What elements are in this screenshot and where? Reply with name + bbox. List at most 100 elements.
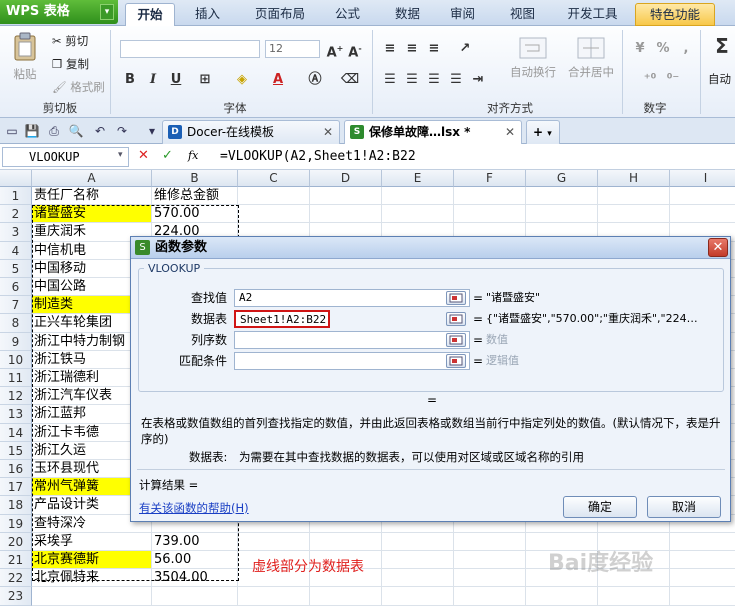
chevron-down-icon[interactable]: ▾	[100, 4, 114, 20]
save-icon[interactable]: 💾	[24, 123, 40, 139]
row-header[interactable]: 7	[0, 296, 32, 315]
close-icon[interactable]: ✕	[323, 121, 333, 143]
cell-empty[interactable]	[670, 533, 735, 551]
collapse-range-icon[interactable]	[446, 354, 466, 368]
italic-button[interactable]: I	[143, 70, 163, 90]
align-right-icon[interactable]: ☰	[424, 70, 444, 90]
percent-button[interactable]: %	[653, 39, 673, 59]
font-size-combo[interactable]: 12	[265, 40, 320, 58]
cell-empty[interactable]	[598, 187, 670, 206]
cell-b[interactable]: 3504.00	[152, 569, 238, 588]
align-left-icon[interactable]: ☰	[380, 70, 400, 90]
decrease-decimal-icon[interactable]: ⁰⁻	[663, 70, 683, 90]
tab-review[interactable]: 审阅	[440, 3, 485, 26]
cell-empty[interactable]	[238, 187, 310, 206]
tab-special-features[interactable]: 特色功能	[635, 3, 715, 26]
select-all-corner[interactable]	[0, 170, 32, 187]
chevron-down-icon[interactable]: ▾	[118, 150, 123, 160]
indent-icon[interactable]: ⇥	[468, 70, 488, 90]
align-middle-icon[interactable]: ≡	[402, 39, 422, 59]
argument-input[interactable]: Sheet1!A2:B22	[234, 310, 330, 328]
cell-empty[interactable]	[526, 587, 598, 606]
column-header-f[interactable]: F	[454, 170, 526, 187]
app-menu-button[interactable]: WPS 表格 ▾	[0, 0, 118, 24]
underline-button[interactable]: U	[166, 70, 186, 90]
special-char-icon[interactable]: Ⓐ	[305, 70, 325, 90]
tab-data[interactable]: 数据	[385, 3, 430, 26]
cell-b[interactable]	[152, 587, 238, 606]
row-header[interactable]: 18	[0, 496, 32, 515]
align-justify-icon[interactable]: ☰	[446, 70, 466, 90]
row-header[interactable]: 9	[0, 332, 32, 351]
tab-view[interactable]: 视图	[500, 3, 545, 26]
fill-color-icon[interactable]: ◈	[232, 70, 252, 90]
row-header[interactable]: 12	[0, 387, 32, 406]
font-color-icon[interactable]: A	[268, 70, 288, 90]
text-direction-icon[interactable]: ↗	[455, 39, 475, 59]
format-painter-button[interactable]: 🖌 格式刷	[52, 78, 105, 96]
column-header-c[interactable]: C	[238, 170, 310, 187]
cell-a[interactable]	[32, 587, 152, 606]
row-header[interactable]: 11	[0, 369, 32, 388]
row-header[interactable]: 5	[0, 259, 32, 278]
redo-icon[interactable]: ↷	[114, 123, 130, 139]
merge-center-button[interactable]: 合并居中	[566, 36, 616, 81]
formula-input[interactable]: =VLOOKUP(A2,Sheet1!A2:B22	[220, 147, 416, 167]
name-box[interactable]: VLOOKUP	[2, 147, 129, 167]
copy-button[interactable]: ❐ 复制	[52, 55, 89, 73]
align-center-icon[interactable]: ☰	[402, 70, 422, 90]
print-icon[interactable]: ⎙	[46, 123, 62, 139]
column-header-a[interactable]: A	[32, 170, 152, 187]
new-tab-button[interactable]: + ▾	[526, 120, 560, 144]
cell-empty[interactable]	[382, 205, 454, 224]
paste-button[interactable]: 粘贴	[8, 32, 42, 83]
column-header-b[interactable]: B	[152, 170, 238, 187]
argument-input[interactable]: A2	[234, 289, 470, 307]
decrease-font-icon[interactable]: A-	[345, 39, 365, 60]
cell-empty[interactable]	[382, 587, 454, 606]
cell-empty[interactable]	[598, 587, 670, 606]
column-header-d[interactable]: D	[310, 170, 382, 187]
close-icon[interactable]: ✕	[505, 121, 515, 143]
cell-empty[interactable]	[454, 532, 526, 551]
dialog-titlebar[interactable]: 函数参数	[131, 237, 730, 259]
cell-a[interactable]: 北京赛德斯	[32, 551, 152, 570]
row-header[interactable]: 17	[0, 478, 32, 497]
increase-decimal-icon[interactable]: ⁺⁰	[640, 70, 660, 90]
doc-tab-docer[interactable]: D Docer-在线模板 ✕	[162, 120, 340, 144]
column-header-e[interactable]: E	[382, 170, 454, 187]
row-header[interactable]: 6	[0, 278, 32, 297]
doc-tab-spreadsheet[interactable]: S 保修单故障…lsx * ✕	[344, 120, 522, 144]
cell-empty[interactable]	[454, 569, 526, 588]
cell-empty[interactable]	[310, 587, 382, 606]
cell-empty[interactable]	[598, 205, 670, 224]
row-header[interactable]: 13	[0, 405, 32, 424]
cell-empty[interactable]	[310, 532, 382, 551]
tab-formulas[interactable]: 公式	[325, 3, 370, 26]
customize-toolbar-icon[interactable]: ▾	[144, 123, 160, 139]
column-header-i[interactable]: I	[670, 170, 735, 187]
collapse-range-icon[interactable]	[446, 291, 466, 305]
insert-function-icon[interactable]: fx	[188, 149, 198, 162]
column-header-h[interactable]: H	[598, 170, 670, 187]
tab-home[interactable]: 开始	[125, 3, 175, 26]
auto-sum-label[interactable]: 自动	[708, 70, 731, 88]
cell-empty[interactable]	[454, 587, 526, 606]
close-button[interactable]: ✕	[708, 238, 728, 257]
cut-button[interactable]: ✂ 剪切	[52, 32, 88, 50]
row-header[interactable]: 15	[0, 441, 32, 460]
tab-insert[interactable]: 插入	[185, 3, 230, 26]
row-header[interactable]: 14	[0, 423, 32, 442]
increase-font-icon[interactable]: A+	[325, 39, 345, 60]
row-header[interactable]: 23	[0, 587, 32, 606]
cell-empty[interactable]	[238, 587, 310, 606]
font-family-combo[interactable]	[120, 40, 260, 58]
row-header[interactable]: 1	[0, 187, 32, 206]
borders-icon[interactable]: ⊞	[195, 70, 215, 90]
row-header[interactable]: 4	[0, 241, 32, 260]
open-folder-icon[interactable]: ▭	[4, 123, 20, 139]
cancel-button[interactable]: 取消	[647, 496, 721, 518]
print-preview-icon[interactable]: 🔍	[68, 123, 84, 139]
cell-a[interactable]: 诸暨盛安	[32, 205, 152, 224]
row-header[interactable]: 20	[0, 532, 32, 551]
